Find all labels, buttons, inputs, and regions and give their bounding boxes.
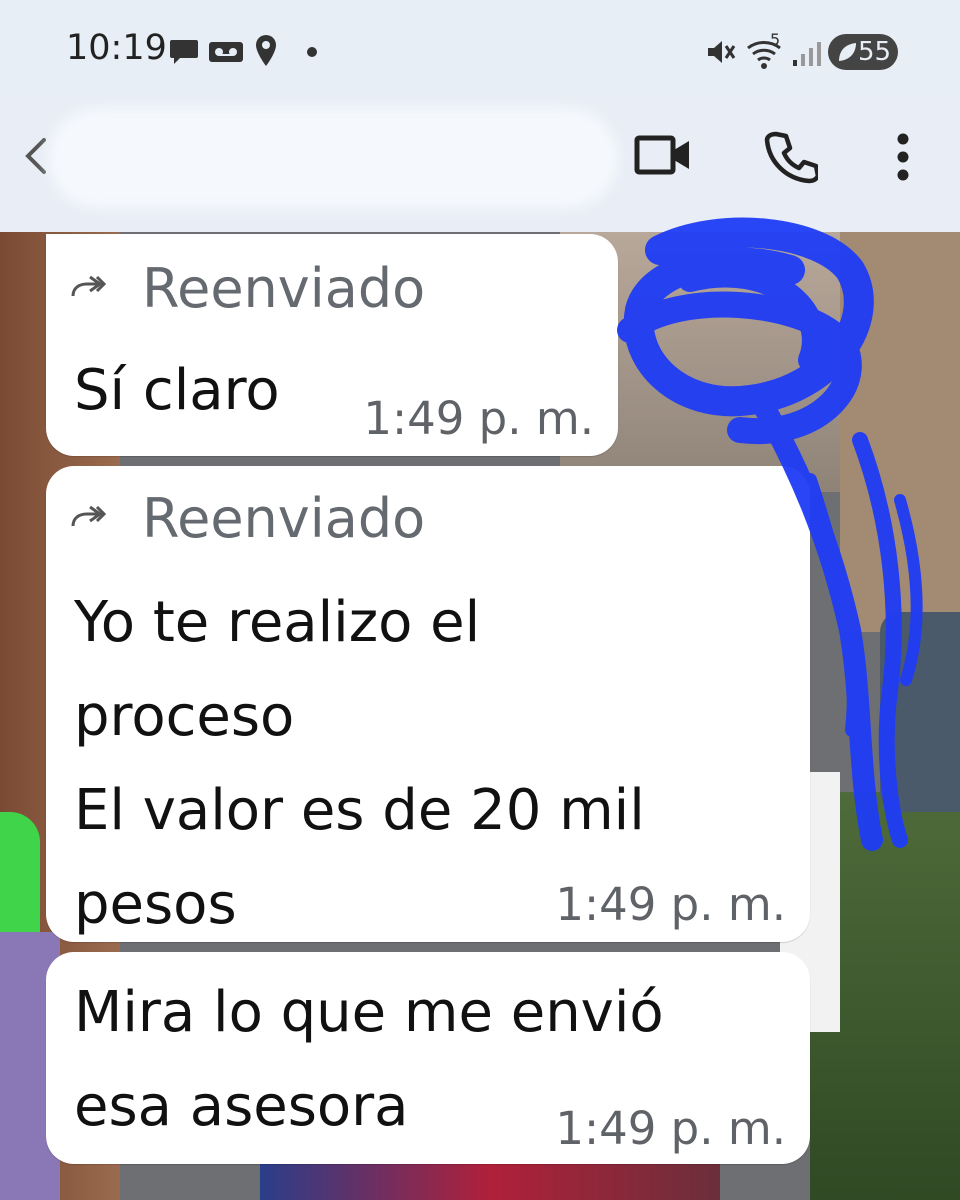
- battery-icon: 55: [828, 34, 898, 70]
- wifi-icon: [747, 41, 781, 69]
- voice-call-icon[interactable]: [764, 130, 818, 184]
- message-time: 1:49 p. m.: [555, 1102, 786, 1155]
- location-icon: [256, 35, 276, 66]
- video-call-icon[interactable]: [634, 132, 692, 178]
- message-text: Sí claro: [74, 358, 280, 423]
- redaction-scribble: [617, 217, 923, 851]
- message-bubble[interactable]: Reenviado Sí claro 1:49 p. m.: [46, 234, 618, 456]
- more-options-icon[interactable]: [892, 132, 914, 182]
- status-time: 10:19: [66, 28, 167, 68]
- chat-screen: 10:19 5 55 Reenviado Sí claro 1:49 p. m.…: [0, 0, 960, 1200]
- chat-notification-icon: [170, 40, 198, 64]
- wifi-generation-label: 5: [770, 30, 781, 49]
- forwarded-label: Reenviado: [142, 486, 426, 550]
- vibrate-mute-icon: [708, 41, 736, 63]
- signal-icon: [793, 42, 821, 66]
- contact-name-redacted[interactable]: [48, 108, 618, 208]
- voicemail-icon: [209, 42, 243, 62]
- back-arrow-icon[interactable]: [20, 136, 50, 176]
- message-time: 1:49 p. m.: [363, 392, 594, 445]
- forwarded-indicator: Reenviado: [70, 256, 426, 320]
- forward-icon: [71, 505, 106, 527]
- forward-icon: [71, 275, 106, 297]
- message-time: 1:49 p. m.: [555, 878, 786, 931]
- message-bubble[interactable]: Mira lo que me envió esa asesora 1:49 p.…: [46, 952, 810, 1164]
- status-bar: 10:19 5 55: [0, 0, 960, 100]
- dot-icon: [307, 47, 317, 57]
- battery-level: 55: [858, 37, 892, 67]
- forwarded-indicator: Reenviado: [70, 486, 426, 550]
- forwarded-label: Reenviado: [142, 256, 426, 320]
